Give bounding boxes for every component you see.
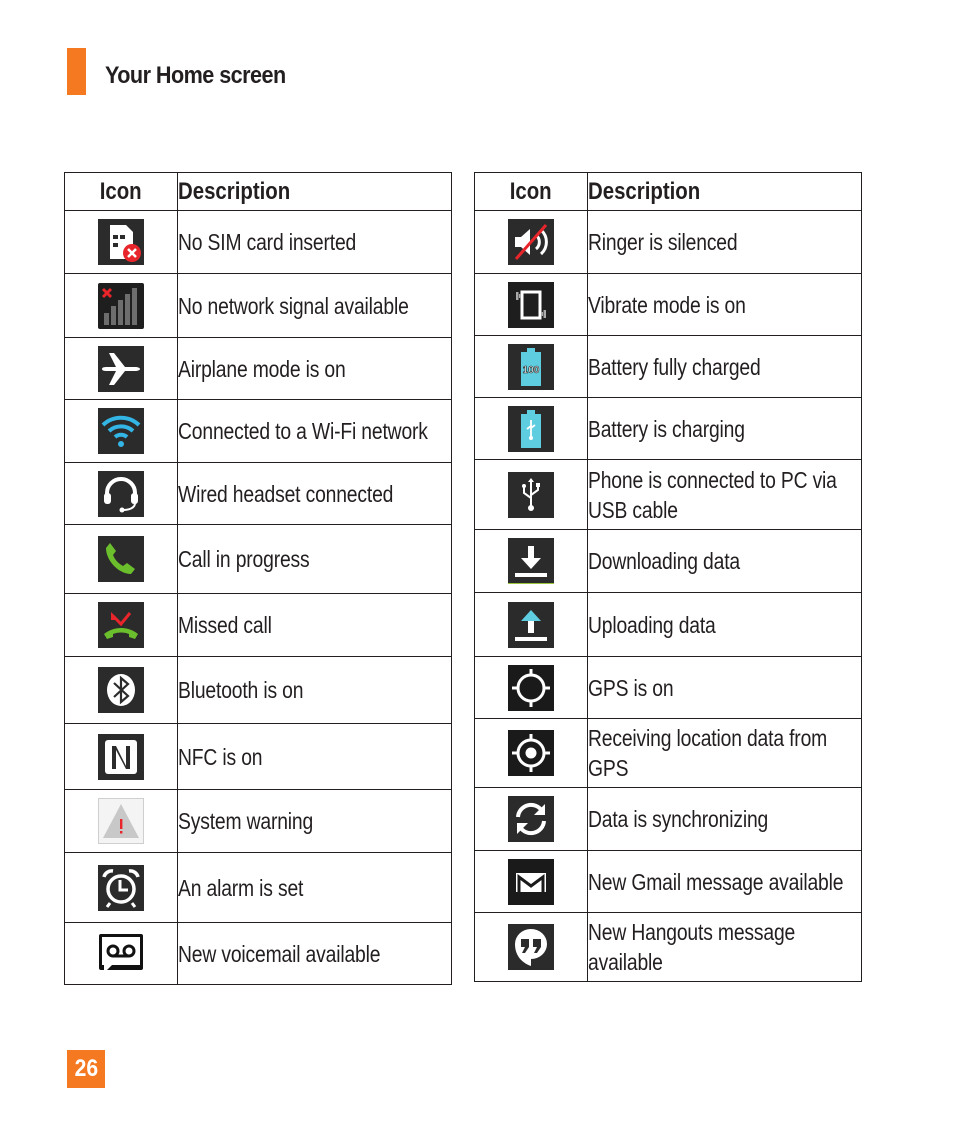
table-row: Phone is connected to PC via USB cable	[474, 459, 862, 530]
svg-text:100: 100	[523, 365, 540, 376]
missed-call-icon	[98, 602, 144, 648]
table-header-row: Icon Description	[474, 172, 862, 211]
row-description: Uploading data	[588, 611, 716, 638]
wifi-icon	[98, 408, 144, 454]
battery-charging-icon	[508, 405, 554, 452]
table-row: No network signal available	[64, 273, 452, 338]
hangouts-icon	[508, 924, 554, 970]
upload-icon	[508, 601, 554, 648]
usb-icon	[508, 471, 554, 518]
row-description: GPS is on	[588, 674, 674, 701]
ringer-silenced-icon	[508, 219, 554, 265]
table-row: New voicemail available	[64, 922, 452, 985]
table-row: No SIM card inserted	[64, 210, 452, 274]
row-description: New voicemail available	[178, 940, 381, 967]
no-sim-icon	[98, 219, 144, 265]
voicemail-icon	[98, 931, 144, 977]
status-icons-table-left: Icon Description No SIM card inserted No…	[64, 172, 452, 985]
column-header-description: Description	[587, 172, 862, 211]
row-description: Receiving location data from GPS	[588, 725, 828, 781]
page-number: 26	[67, 1050, 105, 1088]
table-row: Missed call	[64, 593, 452, 657]
table-row: Wired headset connected	[64, 462, 452, 525]
row-description: No SIM card inserted	[178, 229, 357, 255]
headset-icon	[98, 470, 144, 517]
table-row: Call in progress	[64, 524, 452, 594]
table-row: Vibrate mode is on	[474, 273, 862, 336]
table-row: Downloading data	[474, 529, 862, 593]
table-row: An alarm is set	[64, 852, 452, 923]
table-row: NFC is on	[64, 723, 452, 790]
section-accent-bar	[67, 48, 86, 95]
table-row: 100 Battery fully charged	[474, 335, 862, 398]
table-row: Receiving location data from GPS	[474, 718, 862, 788]
table-row: Bluetooth is on	[64, 656, 452, 724]
table-row: Data is synchronizing	[474, 787, 862, 851]
table-row: New Hangouts message available	[474, 912, 862, 982]
gmail-icon	[508, 858, 554, 905]
column-header-description: Description	[177, 172, 452, 211]
row-description: Vibrate mode is on	[588, 291, 746, 318]
table-header-row: Icon Description	[64, 172, 452, 211]
row-description: Call in progress	[178, 546, 310, 572]
battery-full-icon: 100	[508, 343, 554, 390]
sync-icon	[508, 796, 554, 842]
table-row: Uploading data	[474, 592, 862, 657]
row-description: Data is synchronizing	[588, 806, 769, 832]
status-icons-table-right: Icon Description Ringer is silenced Vibr…	[474, 172, 862, 982]
row-description: Connected to a Wi-Fi network	[178, 418, 428, 444]
row-description: Battery fully charged	[588, 353, 761, 380]
airplane-icon	[98, 345, 144, 392]
gps-icon	[508, 664, 554, 711]
row-description: New Hangouts message available	[588, 919, 796, 975]
row-description: NFC is on	[178, 743, 263, 770]
row-description: No network signal available	[178, 292, 409, 319]
row-description: Downloading data	[588, 548, 740, 574]
table-row: Connected to a Wi-Fi network	[64, 399, 452, 463]
download-icon	[508, 538, 554, 584]
call-icon	[98, 536, 144, 582]
row-description: New Gmail message available	[588, 868, 844, 895]
bluetooth-icon	[98, 667, 144, 713]
column-header-icon: Icon	[64, 172, 178, 211]
alarm-icon	[98, 864, 144, 911]
table-row: New Gmail message available	[474, 850, 862, 913]
table-row: Battery is charging	[474, 397, 862, 460]
gps-receiving-icon	[508, 730, 554, 776]
table-row: Ringer is silenced	[474, 210, 862, 274]
warning-icon	[98, 798, 144, 844]
row-description: Phone is connected to PC via USB cable	[588, 466, 837, 523]
table-row: Airplane mode is on	[64, 337, 452, 400]
column-header-icon: Icon	[474, 172, 588, 211]
row-description: Wired headset connected	[178, 480, 394, 507]
row-description: Bluetooth is on	[178, 677, 304, 703]
vibrate-icon	[508, 281, 554, 328]
row-description: Ringer is silenced	[588, 229, 738, 255]
nfc-icon	[98, 733, 144, 780]
no-signal-icon	[98, 282, 144, 329]
row-description: An alarm is set	[178, 874, 304, 901]
row-description: Airplane mode is on	[178, 355, 346, 382]
row-description: Battery is charging	[588, 415, 745, 442]
table-row: GPS is on	[474, 656, 862, 719]
row-description: Missed call	[178, 612, 272, 638]
section-title: Your Home screen	[105, 62, 286, 89]
table-row: System warning	[64, 789, 452, 853]
row-description: System warning	[178, 808, 314, 834]
